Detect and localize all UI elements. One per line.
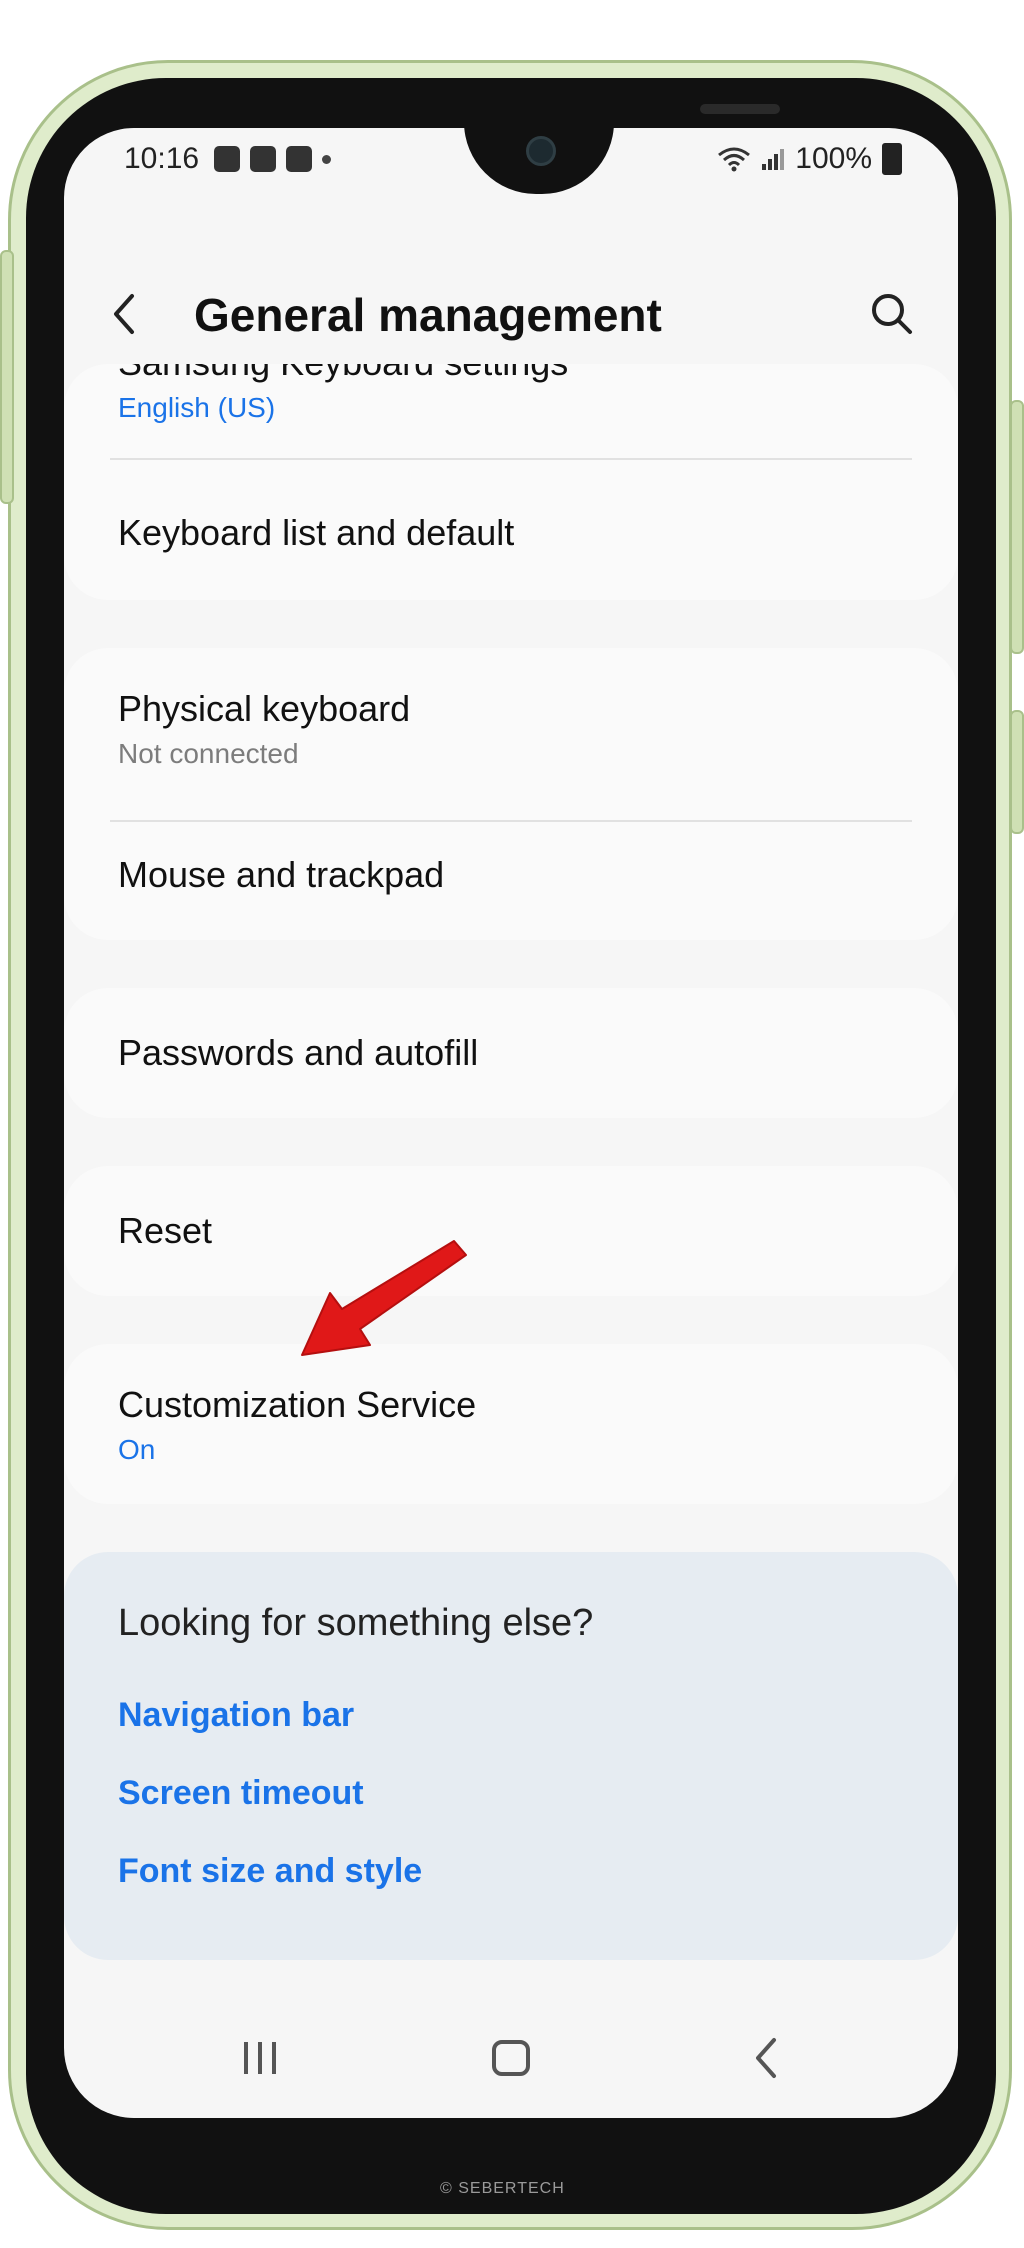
status-time: 10:16 [124, 142, 200, 175]
side-button-volume [1010, 400, 1024, 654]
video-camera-icon [250, 146, 276, 172]
system-navigation-bar [64, 2018, 958, 2098]
watermark: © SEBERTECH [440, 2180, 565, 2197]
suggestions-card: Looking for something else? Navigation b… [64, 1552, 958, 1960]
battery-icon [882, 143, 902, 175]
back-arrow-icon[interactable] [98, 286, 154, 342]
recent-apps-icon[interactable] [240, 2040, 280, 2076]
suggestion-link-font-size-style[interactable]: Font size and style [118, 1852, 422, 1891]
keyboard-list-item[interactable]: Keyboard list and default [118, 512, 918, 554]
samsung-keyboard-settings-item[interactable]: Samsung Keyboard settings English (US) [118, 364, 918, 424]
customization-service-status: On [118, 1434, 156, 1465]
suggestion-link-screen-timeout[interactable]: Screen timeout [118, 1774, 364, 1813]
status-right: 100% [717, 142, 902, 176]
signal-icon [762, 149, 785, 170]
physical-input-card: Physical keyboard Not connected Mouse an… [64, 648, 958, 940]
divider [110, 458, 912, 460]
mouse-trackpad-label: Mouse and trackpad [118, 854, 445, 895]
keyboard-list-label: Keyboard list and default [118, 512, 515, 553]
app-header: General management [64, 268, 958, 368]
battery-percent: 100% [795, 142, 872, 175]
notification-icons [214, 146, 331, 172]
notification-app-icon [214, 146, 240, 172]
physical-keyboard-status: Not connected [118, 738, 299, 769]
status-bar: 10:16 100% [64, 128, 958, 198]
reset-label: Reset [118, 1210, 213, 1251]
passwords-autofill-label: Passwords and autofill [118, 1032, 479, 1073]
physical-keyboard-item[interactable]: Physical keyboard Not connected [118, 688, 918, 770]
system-back-icon[interactable] [746, 2036, 786, 2080]
customization-service-label: Customization Service [118, 1384, 477, 1425]
suggestions-heading: Looking for something else? [118, 1602, 594, 1644]
physical-keyboard-label: Physical keyboard [118, 688, 411, 729]
reset-card[interactable]: Reset [64, 1166, 958, 1296]
page-title: General management [194, 289, 662, 341]
reset-item[interactable]: Reset [118, 1210, 918, 1252]
side-button-power [1010, 710, 1024, 834]
red-pointer-arrow-icon [301, 1240, 467, 1356]
samsung-keyboard-settings-label: Samsung Keyboard settings [118, 364, 918, 384]
home-icon[interactable] [492, 2040, 530, 2076]
customization-service-item[interactable]: Customization Service On [118, 1384, 918, 1466]
divider [110, 820, 912, 822]
suggestion-link-navigation-bar[interactable]: Navigation bar [118, 1696, 354, 1735]
earpiece-speaker [700, 104, 780, 114]
phone-screen: 10:16 100% General management English (U… [64, 128, 958, 2118]
mouse-trackpad-item[interactable]: Mouse and trackpad [118, 854, 918, 896]
more-notifications-dot-icon [322, 155, 331, 164]
wifi-icon [718, 147, 751, 172]
passwords-autofill-item[interactable]: Passwords and autofill [118, 1032, 918, 1074]
samsung-keyboard-language: English (US) [118, 392, 276, 423]
gallery-icon [286, 146, 312, 172]
side-button-left [0, 250, 14, 504]
search-icon[interactable] [864, 286, 920, 342]
customization-card[interactable]: Customization Service On [64, 1344, 958, 1504]
keyboard-card: Samsung Keyboard settings English (US) K… [64, 364, 958, 600]
passwords-card[interactable]: Passwords and autofill [64, 988, 958, 1118]
